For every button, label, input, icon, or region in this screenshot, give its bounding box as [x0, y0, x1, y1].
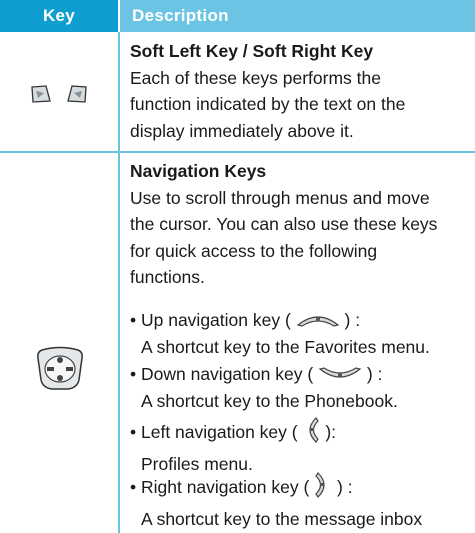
up-navigation-key-icon: [296, 308, 340, 334]
bullet-suffix: ):: [325, 422, 337, 443]
description-header-label: Description: [132, 6, 229, 25]
description-line: Use to scroll through menus and move: [130, 187, 430, 208]
description-column-header: Description: [120, 0, 475, 32]
soft-right-key-icon: [66, 84, 88, 109]
soft-keys-title: Soft Left Key / Soft Right Key: [130, 41, 374, 61]
soft-keys-description: Soft Left Key / Soft Right Key Each of t…: [130, 38, 470, 144]
bullet-detail: A shortcut key to the Favorites menu.: [141, 337, 430, 358]
description-line: display immediately above it.: [130, 120, 354, 141]
description-line: for quick access to the following: [130, 240, 378, 261]
left-navigation-key-icon: [302, 416, 320, 451]
bullet-right-navigation: • Right navigation key ( ) : A shortcut …: [130, 471, 470, 532]
bullet-label: • Right navigation key (: [130, 477, 310, 498]
right-navigation-key-icon: [314, 471, 332, 506]
key-description-table: Key Description Soft Left Key / Soft Rig…: [0, 0, 475, 533]
bullet-suffix: ) :: [366, 364, 383, 384]
navigation-key-icon: [36, 346, 84, 397]
bullet-label: • Left navigation key (: [130, 422, 298, 443]
soft-left-key-icon: [30, 84, 52, 109]
bullet-left-navigation: • Left navigation key ( ): Profiles menu…: [130, 416, 470, 477]
bullet-detail: A shortcut key to the message inbox: [141, 509, 423, 529]
bullet-suffix: ) :: [337, 477, 353, 498]
row-divider: [0, 151, 475, 153]
down-navigation-key-icon: [318, 362, 362, 388]
bullet-label: • Down navigation key (: [130, 364, 314, 384]
key-header-label: Key: [42, 6, 76, 25]
bullet-down-navigation: • Down navigation key ( ) : A shortcut k…: [130, 361, 470, 414]
description-line: function indicated by the text on the: [130, 94, 406, 114]
bullet-detail: A shortcut key to the Phonebook.: [141, 391, 398, 412]
description-line: functions.: [130, 267, 205, 287]
bullet-suffix: ) :: [344, 310, 361, 330]
key-column-header: Key: [0, 0, 118, 32]
description-line: Each of these keys performs the: [130, 67, 381, 88]
description-line: the cursor. You can also use these keys: [130, 214, 438, 234]
column-divider: [118, 32, 120, 533]
navigation-keys-title: Navigation Keys: [130, 161, 267, 181]
bullet-label: • Up navigation key (: [130, 310, 291, 330]
navigation-keys-description: Navigation Keys Use to scroll through me…: [130, 158, 470, 291]
bullet-up-navigation: • Up navigation key ( ) : A shortcut key…: [130, 307, 470, 360]
